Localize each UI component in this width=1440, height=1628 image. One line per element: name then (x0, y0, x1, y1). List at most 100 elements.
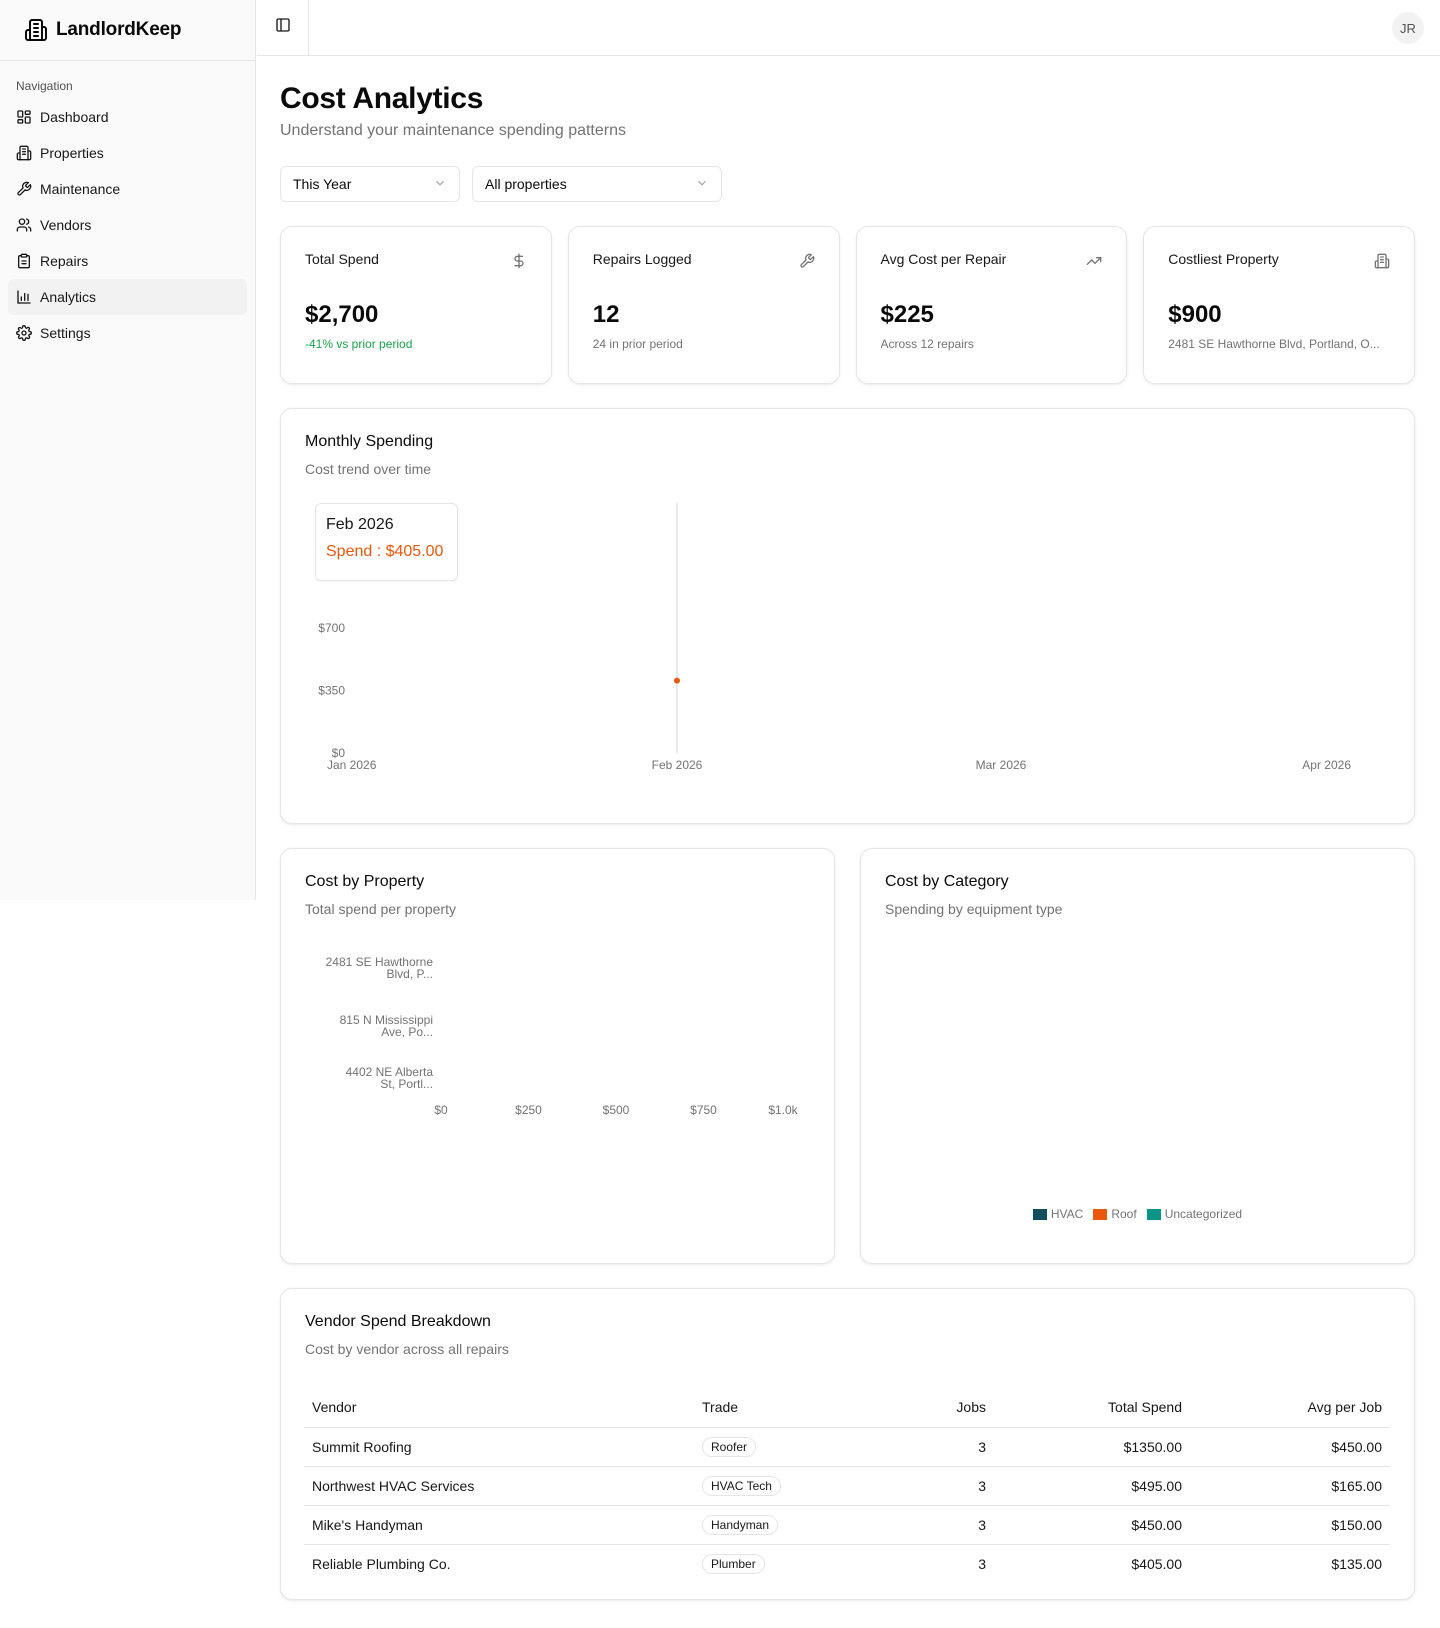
sidebar-item-label: Maintenance (40, 181, 121, 197)
stat-value: 12 (592, 301, 620, 328)
chevron-down-icon (695, 176, 709, 193)
brand[interactable]: LandlordKeep (0, 0, 255, 61)
trade-badge: Plumber (702, 1553, 765, 1574)
legend-item-roof[interactable]: Roof (1093, 1207, 1137, 1221)
sidebar-item-maintenance[interactable]: Maintenance (8, 171, 247, 207)
jobs-cell: 3 (894, 1505, 994, 1545)
building-icon (24, 18, 48, 42)
legend-item-hvac[interactable]: HVAC (1032, 1207, 1084, 1221)
legend-label: HVAC (1050, 1207, 1084, 1221)
stat-label: Avg Cost per Repair (880, 251, 1007, 267)
monthly-spending-chart[interactable]: $0$350$700Jan 2026 Feb 2026 Mar 2026 Apr 20… (281, 409, 1416, 825)
legend-item-uncategorized[interactable]: Uncategorized (1146, 1207, 1242, 1221)
trade-cell: Roofer (694, 1427, 894, 1467)
tooltip-label: Feb 2026 (326, 516, 394, 533)
stat-label: Total Spend (305, 251, 379, 267)
y-tick-label: 4402 NE Alberta St, Portl... (346, 1065, 434, 1091)
stat-value: $2,700 (305, 301, 379, 328)
dollar-icon (511, 253, 527, 269)
total-spend-cell: $495.00 (994, 1466, 1190, 1506)
y-tick-label: 2481 SE Hawthorne Blvd, P... (326, 955, 434, 981)
x-tick-label: $750 (690, 1103, 717, 1117)
cost-by-property-card: Cost by Property Total spend per propert… (280, 848, 835, 1264)
chart-row: Cost by Property Total spend per propert… (280, 848, 1415, 1264)
column-header: Avg per Job (1190, 1387, 1390, 1428)
stat-value: $900 (1168, 301, 1222, 328)
table-row[interactable]: Summit Roofing Roofer 3 $1350.00 $450.00 (304, 1427, 1390, 1467)
sidebar-item-dashboard[interactable]: Dashboard (8, 99, 247, 135)
chart-tooltip: Feb 2026 Spend : $405.00 (315, 503, 458, 581)
sidebar-item-repairs[interactable]: Repairs (8, 243, 247, 279)
nav-group-label: Navigation (16, 79, 73, 93)
stat-card-total-spend: Total Spend $2,700 -41% vs prior period (280, 226, 552, 384)
filters: This Year All properties (280, 166, 1415, 202)
x-tick-label: Jan 2026 (327, 758, 377, 772)
stat-label: Costliest Property (1168, 251, 1279, 267)
total-spend-cell: $405.00 (1131, 1555, 1182, 1572)
building-icon (16, 145, 32, 161)
sidebar-item-analytics[interactable]: Analytics (8, 279, 247, 315)
card-subtitle: Spending by equipment type (885, 901, 1063, 917)
topbar: JR (257, 0, 1440, 56)
avg-per-job-cell: $135.00 (1331, 1555, 1382, 1572)
vendor-name: Northwest HVAC Services (304, 1466, 694, 1506)
stat-sub: 2481 SE Hawthorne Blvd, Portland, O... (1168, 337, 1380, 351)
panel-left-icon (275, 17, 291, 38)
x-tick-label: $0 (434, 1103, 448, 1117)
property-select-value: All properties (485, 176, 567, 192)
stat-label: Repairs Logged (592, 251, 692, 267)
tooltip-value: Spend : $405.00 (326, 543, 444, 560)
period-select-value: This Year (293, 176, 352, 192)
x-tick-label: $500 (603, 1103, 630, 1117)
vendor-name: Summit Roofing (304, 1427, 694, 1467)
vendor-name: Reliable Plumbing Co. (312, 1555, 451, 1572)
x-tick-label: Feb 2026 (652, 758, 703, 772)
period-select[interactable]: This Year (280, 166, 460, 202)
stat-sub: Across 12 repairs (880, 337, 974, 351)
wrench-icon (16, 181, 32, 197)
column-header: Total Spend (994, 1387, 1190, 1428)
cost-by-property-chart[interactable]: $0 $250 $500 $750 $1.0k 2481 SE Hawthorne Blvd… (281, 849, 836, 1265)
vendor-name: Mike's Handyman (304, 1505, 694, 1545)
table-row[interactable]: Northwest HVAC Services HVAC Tech 3 $495.00… (304, 1466, 1390, 1506)
stat-card-avg-cost: Avg Cost per Repair $225 Across 12 repai… (855, 226, 1128, 384)
bar-chart-icon (16, 289, 32, 305)
stat-card-costliest-property: Costliest Property $900 2481 SE Hawthorn… (1143, 226, 1415, 384)
y-tick-label-line: St, Portl... (380, 1077, 433, 1091)
jobs-cell: 3 (894, 1466, 994, 1506)
card-title: Vendor Spend Breakdown (305, 1313, 491, 1330)
grid-icon (16, 109, 32, 125)
stat-value: $225 (880, 301, 934, 328)
trade-badge: HVAC Tech (702, 1475, 781, 1496)
table-header-row: Vendor Trade Jobs Total Spend Avg per Jo… (304, 1387, 1390, 1428)
table-row[interactable]: Reliable Plumbing Co. Plumber 3 $405.00 $135… (304, 1544, 1390, 1583)
sidebar-item-vendors[interactable]: Vendors (8, 207, 247, 243)
table-row[interactable]: Mike's Handyman Handyman 3 $450.00 $150.00 (304, 1505, 1390, 1545)
sidebar-item-label: Repairs (40, 253, 89, 269)
sidebar-item-properties[interactable]: Properties (8, 135, 247, 171)
y-tick-label: $700 (318, 621, 345, 635)
vendor-spend-card: Vendor Spend Breakdown Cost by vendor ac… (280, 1288, 1415, 1600)
clipboard-icon (16, 253, 32, 269)
chart-legend: HVAC Roof Uncategorized (861, 1207, 1414, 1221)
card-title: Cost by Category (885, 873, 1009, 890)
y-tick-label-line: Ave, Po... (381, 1025, 433, 1039)
sidebar-toggle-button[interactable] (257, 0, 309, 56)
sidebar-item-label: Properties (40, 145, 104, 161)
app-name: LandlordKeep (56, 19, 182, 40)
cost-by-category-card: Cost by Category Spending by equipment t… (860, 848, 1415, 1264)
trade-cell: Handyman (694, 1505, 894, 1545)
property-select[interactable]: All properties (472, 166, 722, 202)
legend-swatch (1032, 1208, 1047, 1220)
avatar[interactable]: JR (1392, 12, 1424, 44)
page-title: Cost Analytics (280, 82, 484, 115)
legend-swatch (1093, 1208, 1108, 1220)
total-spend-cell: $1350.00 (994, 1427, 1190, 1467)
stat-sub: -41% vs prior period (305, 337, 413, 351)
sidebar-item-label: Settings (40, 325, 91, 341)
sidebar-item-settings[interactable]: Settings (8, 315, 247, 351)
stat-sub: 24 in prior period (592, 337, 683, 351)
jobs-cell: 3 (978, 1555, 986, 1572)
y-tick-label-line: Blvd, P... (387, 967, 433, 981)
column-header: Vendor (304, 1387, 694, 1428)
